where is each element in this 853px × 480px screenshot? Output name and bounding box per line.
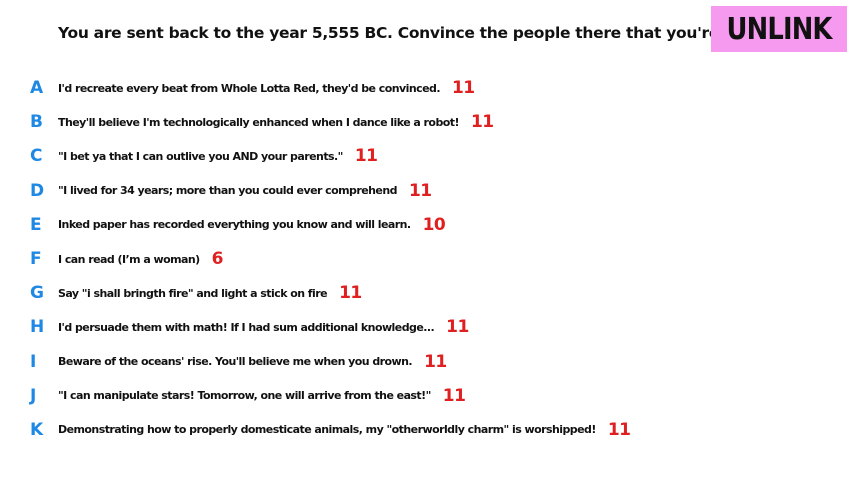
answer-letter: A <box>30 78 44 99</box>
answer-score: 11 <box>354 146 378 167</box>
answer-letter: B <box>30 112 43 133</box>
answer-row: B They'll believe I'm technologically en… <box>0 105 853 139</box>
answer-text: "I lived for 34 years; more than you cou… <box>58 184 397 198</box>
answer-letter: K <box>30 419 44 440</box>
answer-score: 11 <box>442 385 466 406</box>
answer-row: F I can read (I’m a woman) 6 <box>0 242 853 276</box>
answer-letter: D <box>30 180 45 201</box>
answer-letter: J <box>30 385 37 406</box>
answer-score: 11 <box>446 317 469 338</box>
unlink-logo: UNLINK <box>711 6 847 52</box>
answer-row: I Beware of the oceans' rise. You'll bel… <box>0 345 853 379</box>
answer-list: A I'd recreate every beat from Whole Lot… <box>0 71 853 447</box>
answer-letter: F <box>30 249 42 270</box>
answer-text: "I can manipulate stars! Tomorrow, one w… <box>58 389 431 403</box>
answer-score: 10 <box>422 214 446 235</box>
answer-row: K Demonstrating how to properly domestic… <box>0 413 853 447</box>
prompt-text: You are sent back to the year 5,555 BC. … <box>58 24 777 42</box>
answer-letter: E <box>30 214 42 235</box>
answer-row: H I'd persuade them with math! If I had … <box>0 310 853 344</box>
answer-text: I'd persuade them with math! If I had su… <box>58 320 435 334</box>
answer-row: C "I bet ya that I can outlive you AND y… <box>0 139 853 173</box>
answer-row: D "I lived for 34 years; more than you c… <box>0 174 853 208</box>
answer-text: Beware of the oceans' rise. You'll belie… <box>58 355 413 369</box>
answer-text: I'd recreate every beat from Whole Lotta… <box>58 81 441 95</box>
answer-score: 11 <box>607 419 631 440</box>
answer-score: 11 <box>339 283 362 304</box>
answer-text: I can read (I’m a woman) <box>58 252 200 266</box>
logo-text: UNLINK <box>726 11 832 47</box>
answer-row: J "I can manipulate stars! Tomorrow, one… <box>0 379 853 413</box>
answer-text: Say "i shall bringth fire" and light a s… <box>58 286 328 300</box>
answer-score: 6 <box>211 249 224 270</box>
answer-row: E Inked paper has recorded everything yo… <box>0 208 853 242</box>
answer-score: 11 <box>408 180 432 201</box>
answer-text: They'll believe I'm technologically enha… <box>58 115 460 129</box>
answer-letter: H <box>30 317 45 338</box>
answer-text: "I bet ya that I can outlive you AND you… <box>58 149 343 163</box>
answer-score: 11 <box>451 78 475 99</box>
answer-letter: G <box>30 283 44 304</box>
answer-score: 11 <box>424 351 447 372</box>
answer-letter: I <box>30 351 37 372</box>
answer-row: G Say "i shall bringth fire" and light a… <box>0 276 853 310</box>
answer-score: 11 <box>470 112 494 133</box>
answer-text: Demonstrating how to properly domesticat… <box>58 423 596 437</box>
answer-row: A I'd recreate every beat from Whole Lot… <box>0 71 853 105</box>
answer-text: Inked paper has recorded everything you … <box>58 218 411 232</box>
answer-letter: C <box>30 146 43 167</box>
